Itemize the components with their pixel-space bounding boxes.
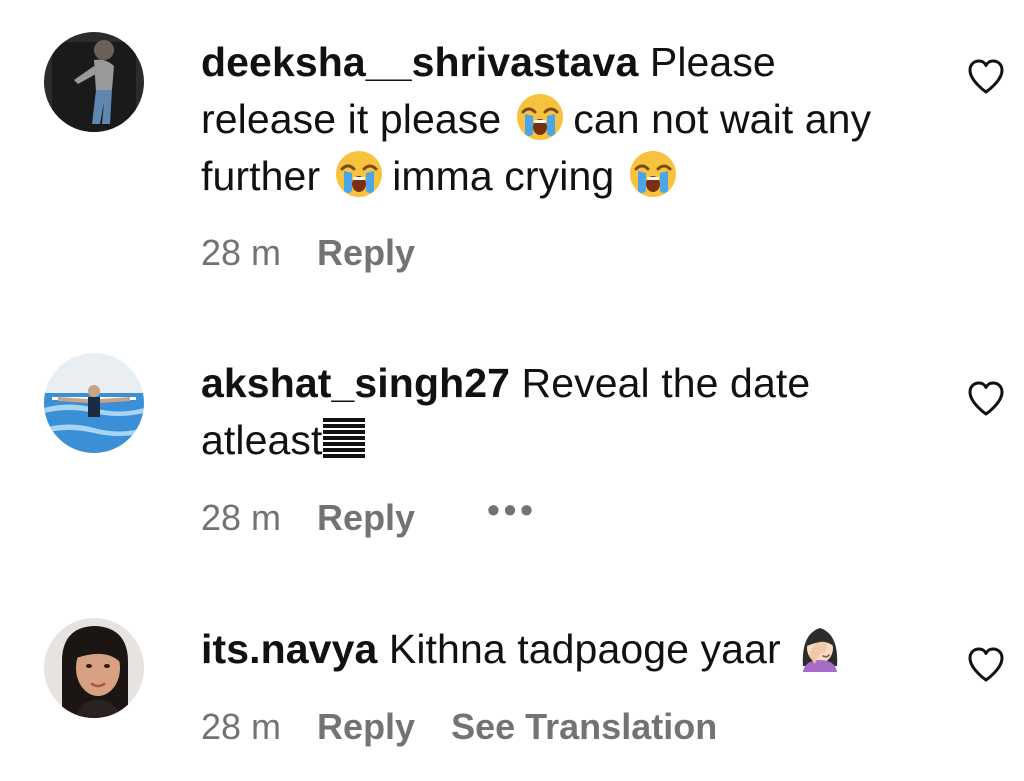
woman-facepalming-icon — [795, 622, 845, 672]
comment-username[interactable]: akshat_singh27 — [201, 360, 510, 406]
comment-meta: 28 m Reply — [201, 232, 451, 274]
loudly-crying-face-icon — [334, 149, 384, 199]
comment-body: imma crying — [392, 153, 615, 199]
comment-meta: 28 m Reply ••• — [201, 489, 537, 539]
more-options-icon[interactable]: ••• — [487, 489, 537, 531]
avatar[interactable] — [44, 353, 144, 453]
comment-username[interactable]: its.navya — [201, 626, 377, 672]
loudly-crying-face-icon — [628, 149, 678, 199]
comment-text: deeksha__shrivastava Please release it p… — [201, 34, 921, 205]
heart-icon[interactable] — [966, 379, 1006, 419]
avatar[interactable] — [44, 618, 144, 718]
comment-meta: 28 m Reply See Translation — [201, 706, 753, 748]
comment-text: its.navya Kithna tadpaoge yaar — [201, 621, 921, 678]
comment-timestamp: 28 m — [201, 232, 282, 273]
loudly-crying-face-icon — [515, 92, 565, 142]
reply-button[interactable]: Reply — [317, 232, 415, 273]
comment-body: Kithna tadpaoge yaar — [388, 626, 781, 672]
comment-text: akshat_singh27 Reveal the date atleast — [201, 355, 921, 469]
reply-button[interactable]: Reply — [317, 706, 415, 747]
comment-timestamp: 28 m — [201, 706, 282, 747]
see-translation-button[interactable]: See Translation — [451, 706, 717, 747]
horizontal-bars-icon — [322, 418, 365, 460]
reply-button[interactable]: Reply — [317, 497, 415, 538]
comment-timestamp: 28 m — [201, 497, 282, 538]
avatar[interactable] — [44, 32, 144, 132]
heart-icon[interactable] — [966, 57, 1006, 97]
heart-icon[interactable] — [966, 645, 1006, 685]
comment-username[interactable]: deeksha__shrivastava — [201, 39, 638, 85]
